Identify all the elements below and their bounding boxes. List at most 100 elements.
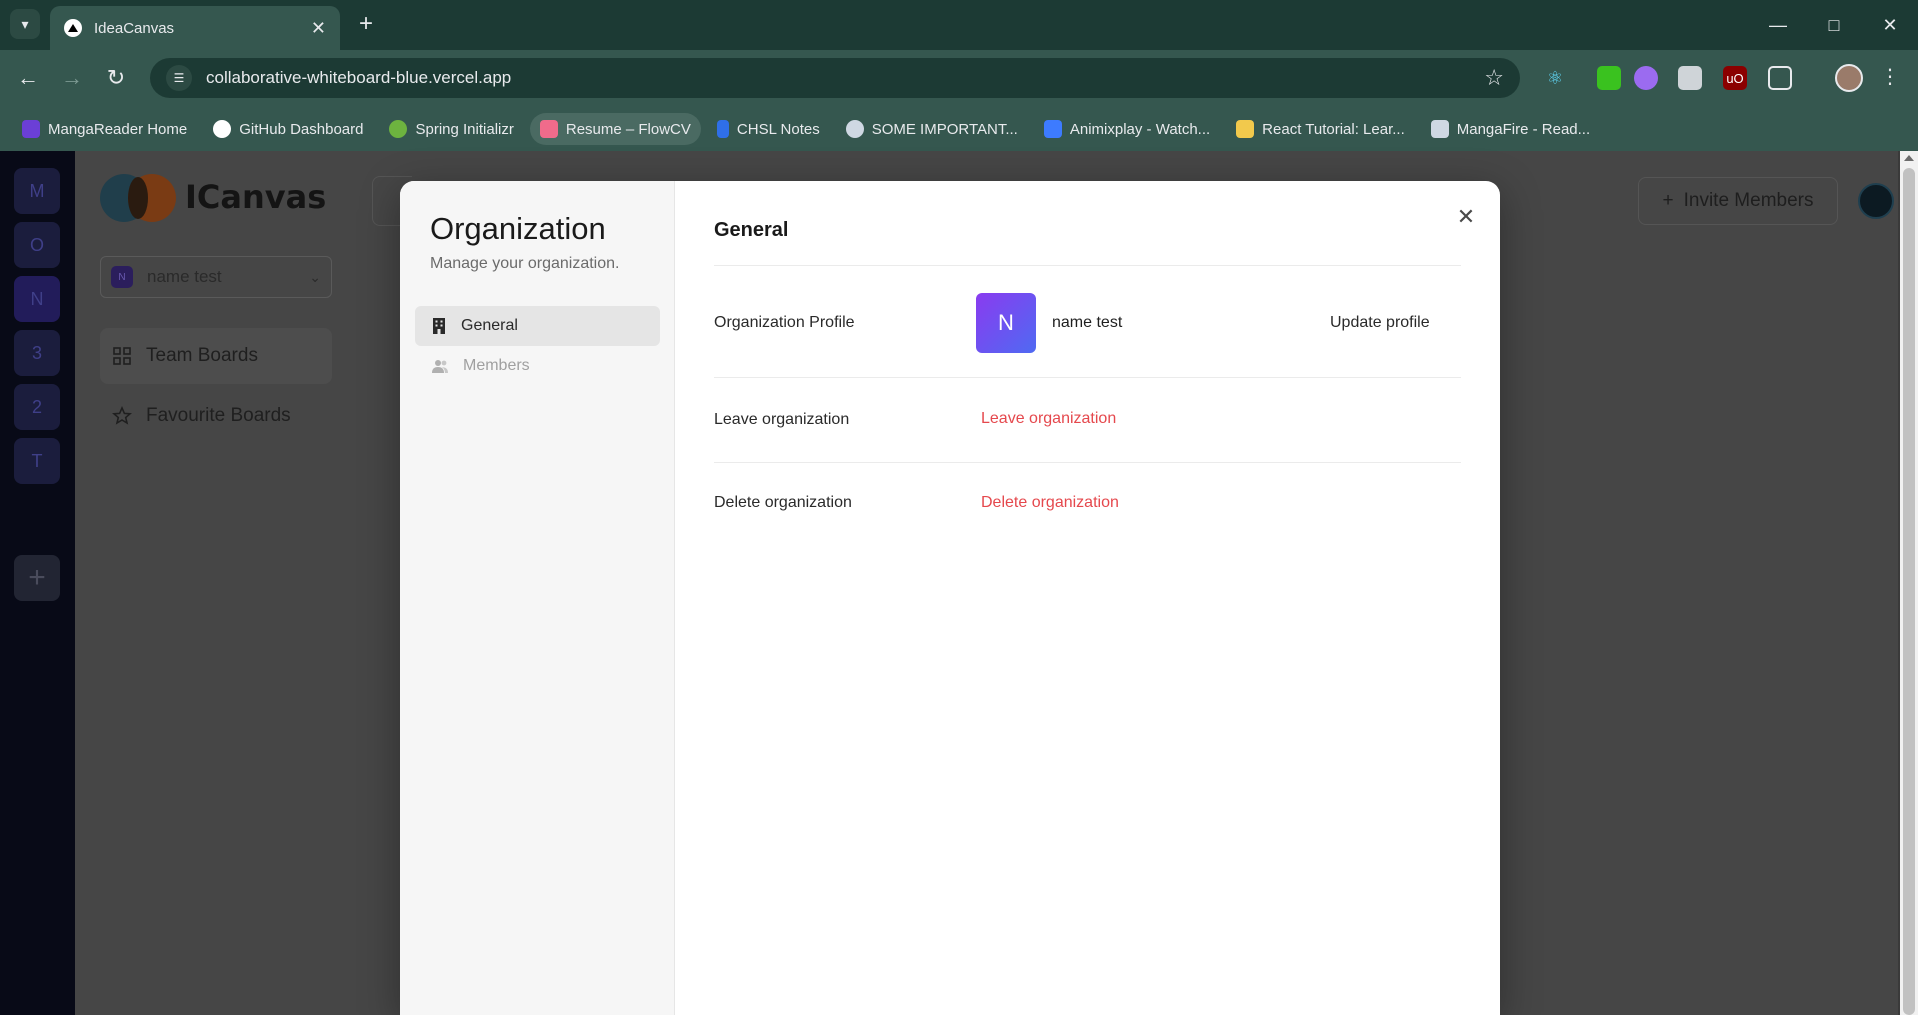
building-icon	[433, 318, 445, 334]
org-switcher[interactable]: N name test ⌄	[100, 256, 332, 298]
divider	[714, 377, 1461, 378]
bookmarks-bar: MangaReader Home GitHub Dashboard Spring…	[0, 107, 1918, 151]
tab-close-icon[interactable]: ✕	[311, 18, 326, 39]
org-switcher-name: name test	[147, 267, 222, 286]
bookmark-item[interactable]: Animixplay - Watch...	[1034, 113, 1220, 145]
delete-org-label: Delete organization	[714, 494, 852, 511]
browser-menu-icon[interactable]: ⋮	[1880, 64, 1900, 89]
extension-gray-icon[interactable]	[1678, 66, 1702, 90]
github-icon	[213, 120, 232, 138]
invite-members-label: Invite Members	[1683, 190, 1814, 211]
org-switcher-avatar: N	[111, 266, 133, 288]
app-logo-icon	[100, 174, 176, 224]
bookmark-star-icon[interactable]: ☆	[1484, 65, 1504, 91]
org-profile-label: Organization Profile	[714, 314, 855, 331]
org-rail-item[interactable]: O	[14, 222, 60, 268]
update-profile-button[interactable]: Update profile	[1330, 314, 1430, 332]
notes-icon	[716, 120, 729, 138]
modal-sidebar: Organization Manage your organization. G…	[400, 181, 675, 1015]
sidebar-item-label: Favourite Boards	[146, 405, 291, 426]
chevron-down-icon: ⌄	[309, 268, 321, 285]
tab-search-chevron-icon[interactable]: ▾	[10, 9, 40, 39]
bookmark-item[interactable]: SOME IMPORTANT...	[836, 113, 1028, 145]
org-rail-item[interactable]: 3	[14, 330, 60, 376]
user-avatar[interactable]	[1858, 183, 1894, 219]
bookmark-label: Spring Initializr	[415, 120, 514, 138]
sidebar-item-favourite-boards[interactable]: Favourite Boards	[100, 388, 332, 444]
browser-tab[interactable]: IdeaCanvas ✕	[50, 6, 340, 50]
browser-profile-avatar[interactable]	[1835, 64, 1863, 92]
modal-subtitle: Manage your organization.	[430, 255, 620, 272]
bookmark-label: MangaReader Home	[48, 120, 188, 138]
forward-arrow-icon[interactable]: →	[56, 62, 88, 94]
sidebar-item-team-boards[interactable]: Team Boards	[100, 328, 332, 384]
back-arrow-icon[interactable]: ←	[12, 62, 44, 94]
bookmark-item[interactable]: React Tutorial: Lear...	[1226, 113, 1415, 145]
bookmark-label: GitHub Dashboard	[239, 120, 364, 138]
mangareader-icon	[22, 120, 40, 138]
extensions-puzzle-icon[interactable]	[1768, 66, 1792, 90]
org-name: name test	[1052, 314, 1123, 331]
modal-nav-label: General	[461, 317, 518, 334]
site-info-icon[interactable]: ☰	[166, 65, 192, 91]
divider	[714, 265, 1461, 266]
bookmark-item[interactable]: GitHub Dashboard	[203, 113, 373, 145]
organization-modal: Organization Manage your organization. G…	[400, 181, 1500, 1015]
new-tab-plus-icon[interactable]: +	[352, 10, 380, 38]
org-avatar: N	[976, 293, 1036, 353]
bookmark-item[interactable]: Spring Initializr	[379, 113, 523, 145]
star-icon	[112, 406, 132, 425]
spring-icon	[389, 120, 408, 138]
bookmark-item[interactable]: MangaFire - Read...	[1421, 113, 1600, 145]
animixplay-icon	[1043, 120, 1062, 138]
ublock-origin-icon[interactable]: uO	[1723, 66, 1747, 90]
modal-nav-general[interactable]: General	[415, 306, 660, 346]
section-title: General	[714, 219, 789, 241]
bookmark-item[interactable]: CHSL Notes	[707, 113, 830, 145]
grid-icon	[113, 347, 131, 365]
org-rail-item[interactable]: 2	[14, 384, 60, 430]
tab-title: IdeaCanvas	[94, 19, 175, 37]
bookmark-label: React Tutorial: Lear...	[1262, 120, 1405, 138]
delete-organization-button[interactable]: Delete organization	[981, 494, 1119, 512]
vercel-favicon-icon	[64, 19, 82, 37]
extension-purple-icon[interactable]	[1634, 66, 1658, 90]
bookmark-label: SOME IMPORTANT...	[871, 120, 1018, 138]
org-rail-item[interactable]: N	[14, 276, 60, 322]
reload-icon[interactable]: ↻	[100, 62, 132, 94]
browser-toolbar: ← → ↻ ☰ collaborative-whiteboard-blue.ve…	[0, 50, 1918, 107]
bookmark-label: Animixplay - Watch...	[1069, 120, 1211, 138]
org-rail-item[interactable]: M	[14, 168, 60, 214]
mangafire-icon	[1430, 120, 1449, 138]
sidebar-item-label: Team Boards	[146, 345, 258, 366]
maximize-icon[interactable]: □	[1814, 10, 1854, 40]
org-rail-item[interactable]: T	[14, 438, 60, 484]
users-icon	[432, 360, 448, 373]
browser-tab-bar: ▾ IdeaCanvas ✕ + — □ ✕	[0, 0, 1918, 50]
bookmark-item[interactable]: MangaReader Home	[12, 113, 197, 145]
add-org-plus-icon[interactable]: +	[14, 555, 60, 601]
bookmark-label: CHSL Notes	[736, 120, 820, 138]
modal-nav-label: Members	[463, 357, 530, 374]
wordpress-icon	[845, 120, 864, 138]
address-bar[interactable]: ☰ collaborative-whiteboard-blue.vercel.a…	[150, 58, 1520, 98]
plus-icon: +	[1662, 190, 1674, 211]
organization-rail: M O N 3 2 T +	[0, 151, 75, 1015]
leave-organization-button[interactable]: Leave organization	[981, 410, 1116, 428]
modal-close-icon[interactable]: ✕	[1452, 203, 1480, 231]
scroll-up-arrow-icon[interactable]	[1904, 155, 1914, 161]
flowcv-icon	[539, 120, 558, 138]
invite-members-button[interactable]: + Invite Members	[1638, 177, 1838, 225]
scrollbar-thumb[interactable]	[1903, 168, 1915, 1015]
modal-title: Organization	[430, 211, 606, 246]
leave-org-label: Leave organization	[714, 411, 850, 428]
bookmark-item[interactable]: Resume – FlowCV	[529, 113, 701, 145]
url-text[interactable]: collaborative-whiteboard-blue.vercel.app	[206, 68, 1484, 88]
modal-nav-members[interactable]: Members	[415, 346, 660, 386]
extension-green-icon[interactable]	[1597, 66, 1621, 90]
divider	[714, 462, 1461, 463]
bookmark-label: Resume – FlowCV	[565, 120, 691, 138]
react-devtools-icon[interactable]: ⚛	[1543, 66, 1567, 90]
window-close-icon[interactable]: ✕	[1870, 10, 1910, 40]
minimize-icon[interactable]: —	[1758, 10, 1798, 40]
